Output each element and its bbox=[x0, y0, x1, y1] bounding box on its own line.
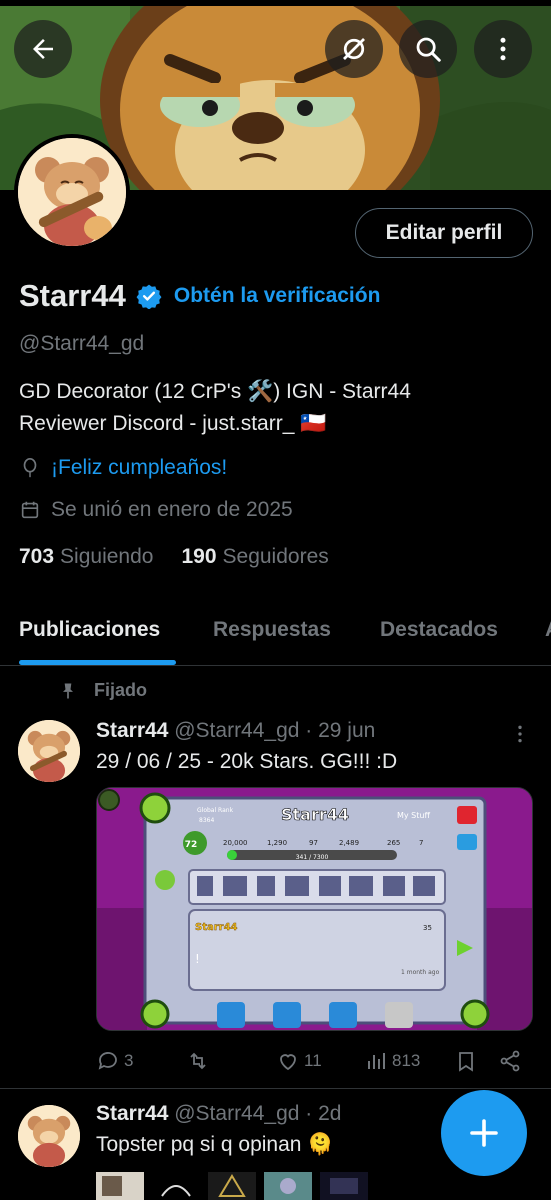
verified-badge-icon[interactable] bbox=[136, 283, 162, 309]
post-avatar[interactable] bbox=[18, 1105, 80, 1167]
image-stat-user-coins: 2,489 bbox=[339, 839, 359, 847]
heart-icon bbox=[280, 1054, 296, 1071]
more-vertical-icon bbox=[500, 37, 506, 61]
tab-destacados[interactable]: Destacados bbox=[380, 618, 498, 642]
image-comment-text: ! bbox=[195, 952, 200, 966]
post-header: Starr44 @Starr44_gd · 29 jun bbox=[96, 719, 375, 743]
reply-icon bbox=[98, 1052, 117, 1070]
image-my-stuff: My Stuff bbox=[397, 811, 430, 820]
bio-line-2: Reviewer Discord - just.starr_ 🇨🇱 bbox=[19, 412, 327, 435]
edit-profile-button[interactable]: Editar perfil bbox=[355, 208, 533, 258]
bookmark-action[interactable] bbox=[454, 1049, 482, 1073]
post-divider bbox=[0, 1088, 551, 1089]
joined-text: Se unió en enero de 2025 bbox=[51, 498, 293, 521]
globe-off-icon bbox=[343, 38, 365, 60]
analytics-icon bbox=[368, 1053, 385, 1069]
monkey-avatar-image bbox=[18, 1105, 80, 1167]
followers-link[interactable]: 190 Seguidores bbox=[181, 545, 328, 569]
post-text: 29 / 06 / 25 - 20k Stars. GG!!! :D bbox=[96, 750, 398, 773]
like-count: 11 bbox=[304, 1051, 322, 1070]
tab-respuestas[interactable]: Respuestas bbox=[213, 618, 331, 642]
image-comment-likes: 35 bbox=[423, 924, 432, 932]
following-link[interactable]: 703 Siguiendo bbox=[19, 545, 153, 569]
calendar-icon bbox=[21, 501, 39, 519]
profile-bio: GD Decorator (12 CrP's 🛠️) IGN - Starr44… bbox=[19, 376, 411, 440]
views-action[interactable]: 813 bbox=[364, 1049, 420, 1073]
active-tab-indicator bbox=[19, 660, 176, 665]
image-global-rank: 8364 bbox=[199, 817, 214, 824]
reply-count: 3 bbox=[124, 1051, 134, 1070]
post-text: Topster pq si q opinan 🫠 bbox=[96, 1133, 334, 1156]
search-button[interactable] bbox=[399, 20, 457, 78]
album-cover-thumb bbox=[152, 1172, 200, 1200]
share-action[interactable] bbox=[498, 1049, 526, 1073]
pin-icon bbox=[63, 683, 73, 698]
post-author-handle: @Starr44_gd · 29 jun bbox=[174, 719, 376, 742]
profile-avatar[interactable] bbox=[14, 134, 130, 250]
translate-button[interactable] bbox=[325, 20, 383, 78]
post-header: Starr44 @Starr44_gd · 2d bbox=[96, 1102, 341, 1126]
get-verified-link[interactable]: Obtén la verificación bbox=[174, 284, 381, 308]
repost-action[interactable] bbox=[186, 1049, 214, 1073]
pinned-label-row: Fijado bbox=[58, 680, 147, 701]
image-stat-coins: 97 bbox=[309, 839, 318, 847]
tab-articulos[interactable]: A bbox=[545, 618, 551, 642]
image-stat-moons: 1,290 bbox=[267, 839, 287, 847]
pinned-text: Fijado bbox=[94, 680, 147, 700]
album-cover-thumb bbox=[96, 1172, 144, 1200]
profile-handle: @Starr44_gd bbox=[19, 332, 145, 355]
monkey-avatar-image bbox=[18, 138, 126, 246]
image-progress: 341 / 7300 bbox=[296, 854, 329, 861]
reply-action[interactable]: 3 bbox=[96, 1049, 133, 1073]
profile-tabs: Publicaciones Respuestas Destacados A bbox=[0, 604, 551, 666]
compose-post-button[interactable] bbox=[441, 1090, 527, 1176]
views-count: 813 bbox=[392, 1051, 421, 1070]
back-button[interactable] bbox=[14, 20, 72, 78]
follow-stats: 703 Siguiendo 190 Seguidores bbox=[19, 545, 329, 569]
tab-publicaciones[interactable]: Publicaciones bbox=[19, 618, 160, 642]
more-options-button[interactable] bbox=[474, 20, 532, 78]
topster-image-strip[interactable] bbox=[96, 1172, 368, 1200]
post-author-name[interactable]: Starr44 bbox=[96, 1102, 168, 1125]
following-label: Siguiendo bbox=[60, 545, 154, 568]
following-count: 703 bbox=[19, 545, 55, 568]
image-level: 72 bbox=[185, 840, 198, 850]
birthday-text: ¡Feliz cumpleaños! bbox=[51, 456, 228, 479]
joined-row: Se unió en enero de 2025 bbox=[19, 498, 293, 522]
album-cover-thumb bbox=[264, 1172, 312, 1200]
plus-icon bbox=[470, 1119, 498, 1147]
search-icon bbox=[416, 37, 441, 62]
share-icon bbox=[500, 1050, 520, 1072]
profile-name: Starr44 bbox=[19, 278, 126, 313]
post-more-icon[interactable] bbox=[510, 724, 530, 744]
image-stat-demons: 265 bbox=[387, 839, 400, 847]
image-global-rank-label: Global Rank bbox=[197, 807, 234, 814]
followers-label: Seguidores bbox=[222, 545, 329, 568]
balloon-icon bbox=[23, 458, 37, 478]
post-author-name[interactable]: Starr44 bbox=[96, 719, 168, 742]
image-comment-time: 1 month ago bbox=[401, 969, 440, 976]
image-stat-stars: 20,000 bbox=[223, 839, 248, 847]
album-cover-thumb bbox=[208, 1172, 256, 1200]
post-actions: 3 11 813 bbox=[96, 1045, 526, 1079]
image-comment-name: Starr44 bbox=[195, 922, 238, 933]
like-action[interactable]: 11 bbox=[276, 1049, 322, 1073]
image-stat-creator-points: 7 bbox=[419, 839, 423, 847]
followers-count: 190 bbox=[181, 545, 217, 568]
bio-line-1: GD Decorator (12 CrP's 🛠️) IGN - Starr44 bbox=[19, 380, 411, 403]
post-author-handle: @Starr44_gd · 2d bbox=[174, 1102, 342, 1125]
post-image[interactable]: Starr44 Global Rank 8364 My Stuff 72 341… bbox=[96, 787, 533, 1031]
birthday-row[interactable]: ¡Feliz cumpleaños! bbox=[19, 456, 227, 480]
profile-name-row: Starr44 Obtén la verificación bbox=[19, 276, 380, 316]
post-avatar[interactable] bbox=[18, 720, 80, 782]
monkey-avatar-image bbox=[18, 720, 80, 782]
arrow-left-icon bbox=[33, 39, 53, 59]
image-title: Starr44 bbox=[281, 805, 349, 824]
album-cover-thumb bbox=[320, 1172, 368, 1200]
bookmark-icon bbox=[459, 1052, 473, 1072]
repost-icon bbox=[190, 1052, 206, 1070]
